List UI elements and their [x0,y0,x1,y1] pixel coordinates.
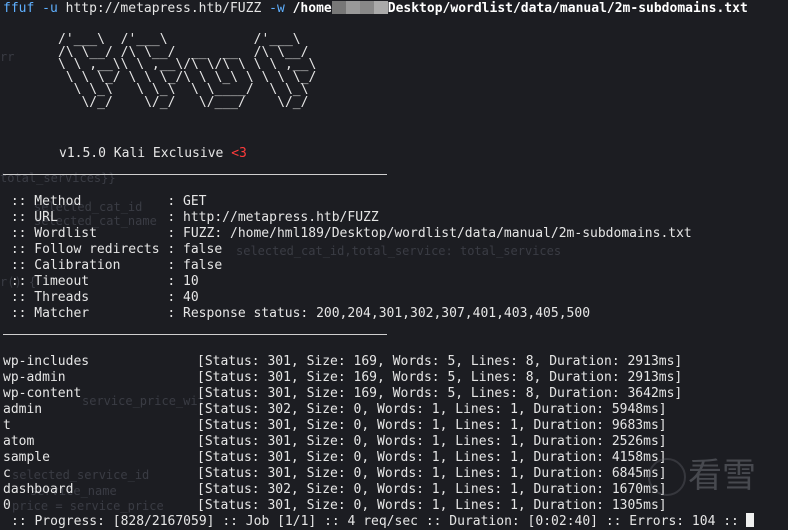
ffuf-ascii-logo: /'___\ /'___\ /'___\ /\ \__/ /\ \__/ __ … [58,32,317,110]
result-word: sample [3,450,50,465]
url-flag: -u [42,1,58,16]
result-info: [Status: 302, Size: 0, Words: 1, Lines: … [197,402,667,417]
result-word: wp-admin [3,370,66,385]
result-info: [Status: 301, Size: 0, Words: 1, Lines: … [197,418,667,433]
result-row: wp-content [Status: 301, Size: 169, Words… [3,386,682,402]
result-info: [Status: 302, Size: 0, Words: 1, Lines: … [197,482,667,497]
terminal-window[interactable]: rr total_services}} selected_cat_id sele… [0,0,788,529]
config-row: :: Method : GET [3,194,207,209]
ghost-text: selected_cat_id,total_service: total_ser… [236,244,562,258]
redacted-username [331,1,388,14]
config-row: :: Calibration : false [3,258,223,273]
config-row: :: Wordlist : FUZZ: /home/hml189/Desktop… [3,226,692,241]
command-line: ffuf -u http://metapress.htb/FUZZ -w /ho… [3,1,748,17]
config-row: :: URL : http://metapress.htb/FUZZ [3,210,379,225]
result-info: [Status: 301, Size: 169, Words: 5, Lines… [197,386,683,401]
wordlist-flag: -w [269,1,285,16]
result-row: c [Status: 301, Size: 0, Words: 1, Lines:… [3,466,667,482]
config-row: :: Timeout : 10 [3,274,199,289]
version-line: v1.5.0 Kali Exclusive <3 [59,146,247,162]
result-word: t [3,418,11,433]
result-word: wp-content [3,386,82,401]
ghost-text: rr [0,50,15,64]
result-row: sample [Status: 301, Size: 0, Words: 1, L… [3,450,667,466]
config-row: :: Follow redirects : false [3,242,223,257]
result-row: atom [Status: 301, Size: 0, Words: 1, Lin… [3,434,667,450]
watermark-logo: 看雪 [648,452,768,500]
result-row: wp-admin [Status: 301, Size: 169, Words: … [3,370,682,386]
result-row: dashboard [Status: 302, Size: 0, Words: 1… [3,482,667,498]
divider [3,334,387,335]
result-info: [Status: 301, Size: 0, Words: 1, Lines: … [197,450,667,465]
result-word: atom [3,434,35,449]
result-info: [Status: 301, Size: 169, Words: 5, Lines… [197,370,683,385]
result-word: c [3,466,11,481]
result-row: t [Status: 301, Size: 0, Words: 1, Lines:… [3,418,667,434]
result-word: 0 [3,498,11,513]
result-info: [Status: 301, Size: 169, Words: 5, Lines… [197,354,683,369]
result-row: wp-includes [Status: 301, Size: 169, Word… [3,354,682,370]
version-text: v1.5.0 Kali Exclusive [59,146,224,161]
result-info: [Status: 301, Size: 0, Words: 1, Lines: … [197,434,667,449]
watermark-icon [648,458,686,496]
result-info: [Status: 301, Size: 0, Words: 1, Lines: … [197,466,667,481]
command-program: ffuf [3,1,35,16]
result-row: 0 [Status: 301, Size: 0, Words: 1, Lines:… [3,498,667,514]
config-row: :: Matcher : Response status: 200,204,30… [3,306,591,321]
terminal-cursor [746,513,754,527]
result-info: [Status: 301, Size: 0, Words: 1, Lines: … [197,498,667,513]
path-suffix: Desktop/wordlist/data/manual/2m-subdomai… [387,1,748,16]
path-prefix: /home [292,1,332,16]
result-word: admin [3,402,43,417]
divider [3,174,387,175]
config-row: :: Threads : 40 [3,290,199,305]
progress-line: :: Progress: [828/2167059] :: Job [1/1] … [11,514,739,529]
command-url: http://metapress.htb/FUZZ [65,1,262,16]
heart-text: <3 [231,146,247,161]
result-row: admin [Status: 302, Size: 0, Words: 1, Li… [3,402,667,418]
watermark-text: 看雪 [688,456,756,496]
result-word: wp-includes [3,354,90,369]
result-word: dashboard [3,482,74,497]
